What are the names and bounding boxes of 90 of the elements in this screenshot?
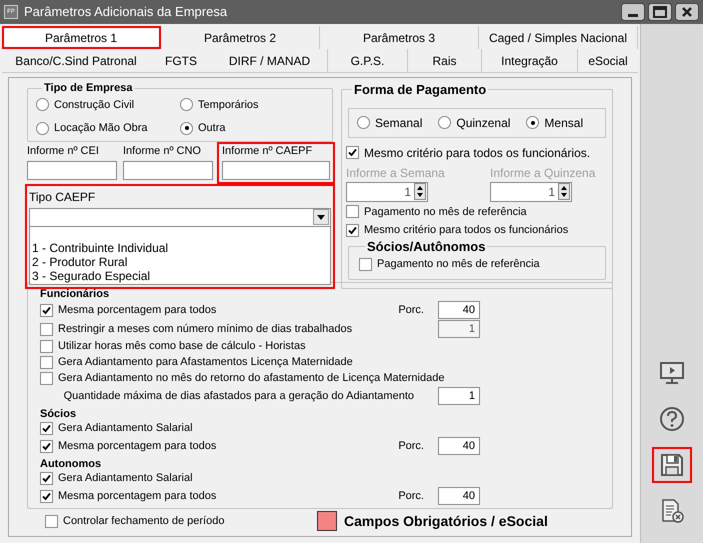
checkbox-label: Gera Adiantamento Salarial — [58, 421, 193, 436]
spinner-label: Informe a Quinzena — [490, 164, 596, 182]
checkbox[interactable] — [40, 440, 53, 452]
field-label: Informe nº CEI — [27, 144, 100, 158]
radio-button[interactable] — [357, 116, 370, 129]
tab[interactable]: Parâmetros 1 — [2, 26, 161, 49]
checkbox[interactable] — [40, 372, 53, 385]
radio-label: Mensal — [544, 114, 584, 132]
radio-button[interactable] — [438, 116, 452, 129]
dropdown-option[interactable]: 2 - Produtor Rural — [32, 254, 328, 268]
input-field[interactable] — [222, 160, 330, 180]
radio-label: Quinzenal — [456, 114, 510, 132]
checkbox[interactable] — [40, 490, 53, 502]
checkbox-label: Utilizar horas mês como base de cálculo - Horistas — [58, 339, 306, 354]
maximize-button[interactable] — [648, 3, 672, 21]
radio-label: Temporários — [198, 98, 259, 112]
checkbox[interactable] — [40, 422, 53, 435]
radio-button[interactable] — [180, 122, 193, 135]
radio-button[interactable] — [36, 98, 49, 112]
tab[interactable]: DIRF / MANAD — [212, 49, 327, 72]
radio-label: Semanal — [375, 114, 422, 132]
spinner-value: 1 — [404, 184, 411, 200]
radio-label: Construção Civil — [54, 98, 134, 112]
monitor-icon — [659, 361, 685, 385]
field-label: Porc. — [398, 438, 424, 454]
legend-label: Campos Obrigatórios / eSocial — [344, 512, 548, 531]
checkbox-label: Gera Adiantamento para Afastamentos Licença Maternidade — [58, 355, 353, 370]
tab[interactable]: Rais — [407, 49, 481, 72]
field-label: Porc. — [398, 302, 424, 318]
tab[interactable]: Caged / Simples Nacional — [479, 26, 638, 49]
checkbox[interactable] — [40, 340, 53, 353]
radio-button[interactable] — [36, 122, 49, 135]
section-heading: Sócios — [40, 406, 78, 420]
tab[interactable]: Parâmetros 2 — [161, 26, 320, 49]
field-label: Porc. — [398, 488, 424, 504]
group-title: Forma de Pagamento — [353, 81, 488, 99]
dropdown-option[interactable]: 1 - Contribuinte Individual — [32, 240, 328, 254]
help-icon — [659, 406, 685, 432]
checkbox[interactable] — [40, 356, 53, 369]
spin-arrows-icon[interactable] — [558, 183, 570, 200]
spin-arrows-icon[interactable] — [414, 183, 426, 200]
input-field[interactable] — [123, 160, 213, 180]
field-label: Informe nº CAEPF — [222, 144, 314, 158]
radio-label: Outra — [198, 121, 226, 136]
tab[interactable]: Banco/C.Sind Patronal — [2, 49, 150, 72]
field-label: Tipo CAEPF — [29, 188, 96, 206]
checkbox-label: Mesma porcentagem para todos — [58, 488, 216, 504]
checkbox-label: Mesmo critério para todos os funcionários. — [364, 144, 590, 162]
input-field[interactable] — [27, 160, 117, 180]
checkbox-label: Pagamento no mês de referência — [364, 204, 527, 220]
tab[interactable]: Integração — [481, 49, 577, 72]
tab[interactable]: eSocial — [577, 49, 638, 72]
group-title: Tipo de Empresa — [43, 81, 134, 96]
field-label: Informe nº CNO — [123, 144, 202, 158]
input-field[interactable]: 40 — [438, 437, 480, 455]
close-button[interactable] — [675, 3, 699, 21]
radio-button[interactable] — [180, 98, 193, 112]
tab[interactable]: G.P.S. — [327, 49, 407, 72]
floppy-disk-button[interactable] — [652, 447, 692, 483]
checkbox[interactable] — [40, 304, 53, 316]
input-field[interactable]: 1 — [438, 387, 480, 405]
radio-label: Locação Mão Obra — [54, 121, 148, 136]
checkbox[interactable] — [359, 258, 372, 271]
checkbox[interactable] — [346, 224, 359, 237]
checkbox-label: Pagamento no mês de referência — [377, 257, 540, 272]
checkbox[interactable] — [346, 205, 359, 218]
checkbox-label: Gera Adiantamento no mês do retorno do afastamento de Licença Maternidade — [58, 371, 444, 386]
spinner-value: 1 — [548, 184, 555, 200]
group-title: Sócios/Autônomos — [366, 238, 486, 256]
window-title: Parâmetros Adicionais da Empresa — [24, 3, 228, 22]
checkbox-label: Mesmo critério para todos os funcionários — [364, 223, 568, 238]
checkbox-label: Mesma porcentagem para todos — [58, 438, 216, 454]
checkbox[interactable] — [45, 514, 58, 528]
section-heading: Autonomos — [40, 456, 102, 470]
checkbox[interactable] — [40, 472, 53, 485]
spinner-label: Informe a Semana — [346, 164, 446, 182]
checkbox-label: Gera Adiantamento Salarial — [58, 471, 193, 486]
dropdown-option[interactable]: 3 - Segurado Especial — [32, 268, 328, 282]
radio-button[interactable] — [526, 116, 540, 129]
checkbox[interactable] — [346, 146, 359, 159]
checkbox-label: Restringir a meses com número mínimo de dias trabalhados — [58, 322, 352, 337]
section-heading: Funcionários — [40, 286, 110, 300]
tab[interactable]: FGTS — [150, 49, 212, 72]
input-field[interactable]: 40 — [438, 487, 480, 505]
checkbox-label: Mesma porcentagem para todos — [58, 302, 216, 318]
tab[interactable]: Parâmetros 3 — [320, 26, 479, 49]
minimize-button[interactable] — [621, 3, 645, 21]
input-field[interactable]: 40 — [438, 301, 480, 319]
field-label: Quantidade máxima de dias afastados para a geração do Adiantamento — [62, 388, 415, 404]
checkbox-label: Controlar fechamento de período — [63, 514, 224, 529]
